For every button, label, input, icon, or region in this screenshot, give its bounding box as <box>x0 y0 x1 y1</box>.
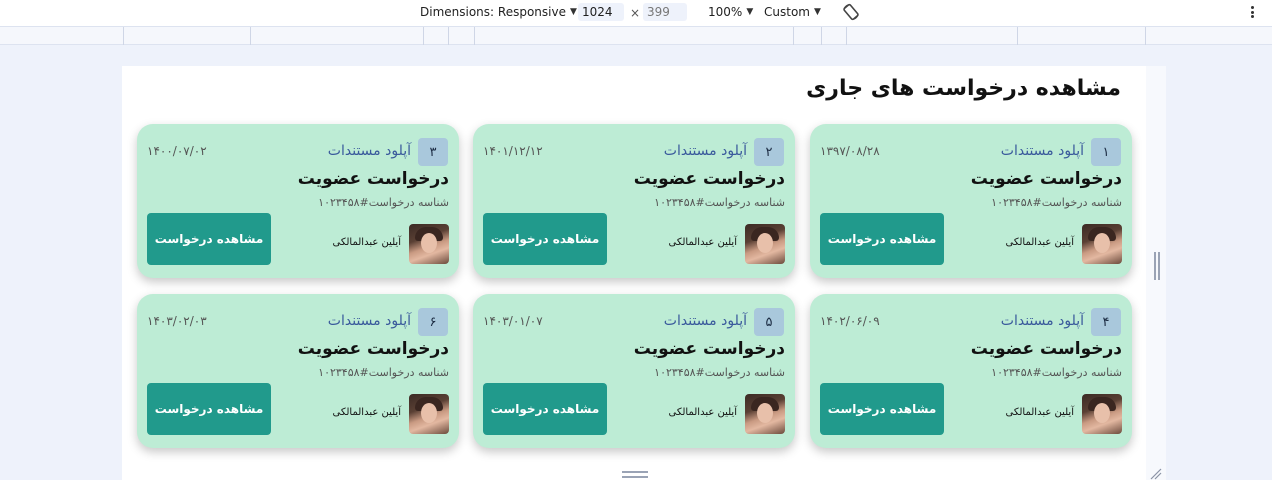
applicant-name: آیلین عبدالمالکی <box>668 407 737 418</box>
request-card: ۱ آپلود مستندات ۱۳۹۷/۰۸/۲۸ درخواست عضویت… <box>810 124 1132 278</box>
avatar <box>745 224 785 264</box>
rotate-icon[interactable] <box>842 3 860 21</box>
media-query-ruler <box>0 26 1272 45</box>
request-date: ۱۴۰۲/۰۶/۰۹ <box>820 314 880 328</box>
times-icon: × <box>630 6 641 20</box>
request-status-link[interactable]: آپلود مستندات <box>664 313 747 329</box>
request-status-link[interactable]: آپلود مستندات <box>1001 143 1084 159</box>
request-card: ۴ آپلود مستندات ۱۴۰۲/۰۶/۰۹ درخواست عضویت… <box>810 294 1132 448</box>
avatar <box>1082 224 1122 264</box>
avatar <box>409 394 449 434</box>
applicant-name: آیلین عبدالمالکی <box>332 237 401 248</box>
request-status-link[interactable]: آپلود مستندات <box>328 313 411 329</box>
request-card: ۵ آپلود مستندات ۱۴۰۳/۰۱/۰۷ درخواست عضویت… <box>473 294 795 448</box>
request-title: درخواست عضویت <box>297 339 449 359</box>
view-request-button[interactable]: مشاهده درخواست <box>820 213 944 265</box>
view-request-button[interactable]: مشاهده درخواست <box>483 213 607 265</box>
request-title: درخواست عضویت <box>633 339 785 359</box>
width-input[interactable]: 1024 <box>578 3 624 21</box>
resize-handle-right[interactable] <box>1154 252 1160 280</box>
request-date: ۱۳۹۷/۰۸/۲۸ <box>820 144 880 158</box>
request-id: شناسه درخواست#۱۰۲۳۴۵۸ <box>318 196 449 209</box>
page-title: مشاهده درخواست های جاری <box>806 76 1121 101</box>
request-title: درخواست عضویت <box>297 169 449 189</box>
chevron-down-icon: ▼ <box>746 7 754 17</box>
applicant-name: آیلین عبدالمالکی <box>1005 237 1074 248</box>
request-id: شناسه درخواست#۱۰۲۳۴۵۸ <box>654 196 785 209</box>
request-date: ۱۴۰۰/۰۷/۰۲ <box>147 144 207 158</box>
request-status-link[interactable]: آپلود مستندات <box>664 143 747 159</box>
zoom-label: 100% <box>708 5 743 19</box>
request-status-link[interactable]: آپلود مستندات <box>328 143 411 159</box>
dimensions-label: Dimensions: Responsive <box>420 5 566 19</box>
request-number-badge: ۲ <box>754 138 784 166</box>
chevron-down-icon: ▼ <box>569 7 577 17</box>
throttle-dropdown[interactable]: Custom ▼ <box>764 5 821 19</box>
request-title: درخواست عضویت <box>970 169 1122 189</box>
request-number-badge: ۴ <box>1091 308 1121 336</box>
request-card: ۲ آپلود مستندات ۱۴۰۱/۱۲/۱۲ درخواست عضویت… <box>473 124 795 278</box>
view-request-button[interactable]: مشاهده درخواست <box>820 383 944 435</box>
view-request-button[interactable]: مشاهده درخواست <box>147 213 271 265</box>
dimensions-dropdown[interactable]: Dimensions: Responsive ▼ <box>420 5 577 19</box>
applicant-name: آیلین عبدالمالکی <box>668 237 737 248</box>
more-vert-icon[interactable] <box>1246 4 1258 20</box>
request-id: شناسه درخواست#۱۰۲۳۴۵۸ <box>991 366 1122 379</box>
throttle-label: Custom <box>764 5 810 19</box>
resize-handle-bottom[interactable] <box>622 471 648 478</box>
avatar <box>409 224 449 264</box>
request-status-link[interactable]: آپلود مستندات <box>1001 313 1084 329</box>
view-request-button[interactable]: مشاهده درخواست <box>147 383 271 435</box>
request-number-badge: ۶ <box>418 308 448 336</box>
request-id: شناسه درخواست#۱۰۲۳۴۵۸ <box>991 196 1122 209</box>
request-id: شناسه درخواست#۱۰۲۳۴۵۸ <box>654 366 785 379</box>
request-title: درخواست عضویت <box>970 339 1122 359</box>
request-title: درخواست عضویت <box>633 169 785 189</box>
avatar <box>1082 394 1122 434</box>
request-card: ۳ آپلود مستندات ۱۴۰۰/۰۷/۰۲ درخواست عضویت… <box>137 124 459 278</box>
request-id: شناسه درخواست#۱۰۲۳۴۵۸ <box>318 366 449 379</box>
resize-corner-icon[interactable] <box>1150 468 1162 480</box>
device-viewport: مشاهده درخواست های جاری ۱ آپلود مستندات … <box>122 66 1146 480</box>
height-input[interactable]: 399 <box>643 3 687 21</box>
request-number-badge: ۵ <box>754 308 784 336</box>
request-number-badge: ۱ <box>1091 138 1121 166</box>
applicant-name: آیلین عبدالمالکی <box>332 407 401 418</box>
request-date: ۱۴۰۱/۱۲/۱۲ <box>483 144 543 158</box>
request-number-badge: ۳ <box>418 138 448 166</box>
chevron-down-icon: ▼ <box>813 7 821 17</box>
avatar <box>745 394 785 434</box>
request-card: ۶ آپلود مستندات ۱۴۰۳/۰۲/۰۳ درخواست عضویت… <box>137 294 459 448</box>
view-request-button[interactable]: مشاهده درخواست <box>483 383 607 435</box>
zoom-dropdown[interactable]: 100% ▼ <box>708 5 753 19</box>
request-date: ۱۴۰۳/۰۱/۰۷ <box>483 314 543 328</box>
request-date: ۱۴۰۳/۰۲/۰۳ <box>147 314 207 328</box>
applicant-name: آیلین عبدالمالکی <box>1005 407 1074 418</box>
devtools-toolbar: Dimensions: Responsive ▼ 1024 × 399 100%… <box>0 0 1272 26</box>
